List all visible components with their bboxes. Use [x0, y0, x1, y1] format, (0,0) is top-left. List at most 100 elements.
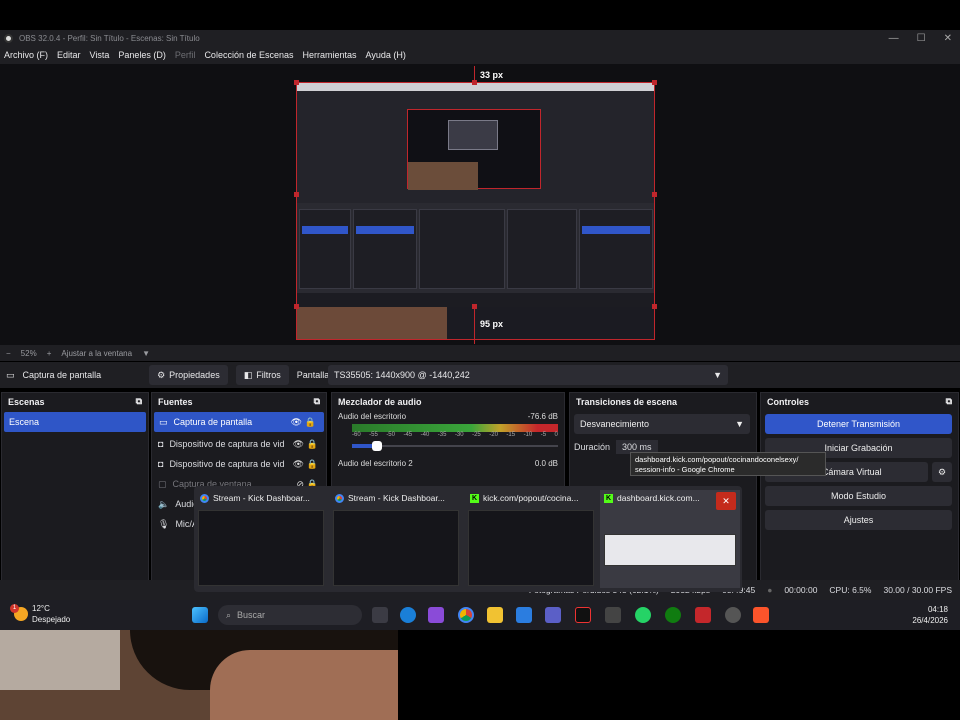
obs-taskbar-icon[interactable]	[605, 607, 621, 623]
brave-icon[interactable]	[753, 607, 769, 623]
resize-handle[interactable]	[652, 80, 657, 85]
resize-handle[interactable]	[294, 304, 299, 309]
app-icon[interactable]	[725, 607, 741, 623]
file-explorer-icon[interactable]	[487, 607, 503, 623]
controls-dock-header: Controles ⧉	[761, 393, 958, 410]
whatsapp-icon[interactable]	[635, 607, 651, 623]
meter-tick: -15	[506, 432, 516, 438]
properties-label: Propiedades	[169, 370, 220, 380]
edge-icon[interactable]	[400, 607, 416, 623]
meter-tick: -20	[489, 432, 498, 438]
scenes-list: Escena	[2, 410, 148, 577]
eye-icon[interactable]: 👁	[293, 459, 304, 470]
webcam-person-face	[210, 650, 398, 720]
zoom-dropdown-icon[interactable]: ▼	[142, 349, 150, 358]
thumbnail-hovered[interactable]: K dashboard.kick.com... ✕	[600, 490, 740, 588]
eye-icon[interactable]: 👁	[293, 439, 304, 450]
volume-slider[interactable]	[352, 441, 558, 451]
lock-icon[interactable]: 🔒	[307, 459, 318, 470]
close-window-button[interactable]: ✕	[716, 492, 736, 510]
teams-icon[interactable]	[545, 607, 561, 623]
windows-taskbar: 1 12°C Despejado ⌕ Buscar 04:18 26/4/202…	[0, 600, 960, 630]
store-icon[interactable]	[516, 607, 532, 623]
source-label: Dispositivo de captura de vid	[169, 459, 285, 469]
studio-mode-button[interactable]: Modo Estudio	[765, 486, 952, 506]
menu-file[interactable]: Archivo (F)	[4, 50, 48, 60]
chrome-taskbar-icon[interactable]	[458, 607, 474, 623]
stop-streaming-button[interactable]: Detener Transmisión	[765, 414, 952, 434]
mic-icon: 🎙	[158, 518, 170, 529]
undock-icon[interactable]: ⧉	[314, 396, 320, 407]
xbox-icon[interactable]	[665, 607, 681, 623]
volume-knob[interactable]	[371, 441, 382, 451]
scene-item[interactable]: Escena	[4, 412, 146, 432]
chevron-down-icon: ▼	[735, 419, 744, 429]
app-icon[interactable]	[695, 607, 711, 623]
undock-icon[interactable]: ⧉	[946, 396, 952, 407]
nested-inner-preview-2	[448, 120, 498, 150]
nested-dock	[299, 209, 351, 289]
undock-icon[interactable]: ⧉	[136, 396, 142, 407]
menu-scene-collection[interactable]: Colección de Escenas	[204, 50, 293, 60]
window-icon: ▢	[158, 478, 167, 489]
properties-button[interactable]: ⚙ Propiedades	[149, 365, 228, 385]
preview-area[interactable]: 33 px 95 px	[0, 64, 960, 345]
filters-button[interactable]: ◧ Filtros	[235, 365, 289, 385]
search-icon: ⌕	[226, 609, 232, 620]
menu-docks[interactable]: Paneles (D)	[118, 50, 166, 60]
thumbnail-header: Stream - Kick Dashboar...	[196, 490, 326, 506]
menu-edit[interactable]: Editar	[57, 50, 81, 60]
taskbar-search[interactable]: ⌕ Buscar	[218, 605, 362, 625]
resize-handle[interactable]	[294, 80, 299, 85]
source-item-screen-capture[interactable]: ▭ Captura de pantalla 👁 🔒	[154, 412, 324, 432]
zoom-out-button[interactable]: −	[6, 349, 11, 358]
thumbnail[interactable]: Stream - Kick Dashboar...	[196, 490, 326, 588]
sources-title: Fuentes	[158, 396, 193, 407]
minimize-button[interactable]: —	[889, 33, 899, 44]
resize-handle[interactable]	[472, 80, 477, 85]
eye-icon[interactable]: 👁	[291, 417, 302, 428]
start-button-icon[interactable]	[192, 607, 208, 623]
zoom-in-button[interactable]: +	[47, 349, 52, 358]
window-title: OBS 32.0.4 - Perfil: Sin Título - Escena…	[19, 33, 200, 43]
thumbnail[interactable]: K kick.com/popout/cocina...	[466, 490, 596, 588]
menu-help[interactable]: Ayuda (H)	[366, 50, 406, 60]
mixer-track-header: Audio del escritorio -76.6 dB	[338, 412, 558, 424]
virtual-cam-settings-icon[interactable]: ⚙	[932, 462, 952, 482]
menu-view[interactable]: Vista	[90, 50, 110, 60]
resize-handle[interactable]	[652, 192, 657, 197]
maximize-button[interactable]: ☐	[917, 33, 926, 44]
weather-widget[interactable]: 1 12°C Despejado	[10, 603, 70, 625]
preview-canvas[interactable]	[296, 82, 655, 340]
source-item-video-capture-2[interactable]: ◘ Dispositivo de captura de vid 👁 🔒	[152, 454, 326, 474]
task-view-icon[interactable]	[372, 607, 388, 623]
top-guide-label: 33 px	[480, 70, 504, 80]
sun-icon: 1	[10, 604, 28, 621]
nested-dock	[353, 209, 417, 289]
settings-button[interactable]: Ajustes	[765, 510, 952, 530]
menu-tools[interactable]: Herramientas	[303, 50, 357, 60]
taskbar-clock[interactable]: 04:18 26/4/2026	[912, 604, 948, 626]
meter-ticks: -60 -55 -50 -45 -40 -35 -30 -25 -20 -15 -10 -5 0	[352, 432, 558, 441]
lock-icon[interactable]: 🔒	[305, 417, 316, 428]
mixer-track: Audio del escritorio 2 0.0 dB	[332, 457, 564, 473]
copilot-icon[interactable]	[428, 607, 444, 623]
source-toolbar: ▭ Captura de pantalla ⚙ Propiedades ◧ Fi…	[0, 362, 960, 388]
display-label: Pantalla	[296, 370, 330, 380]
source-item-video-capture[interactable]: ◘ Dispositivo de captura de vid 👁 🔒	[152, 434, 326, 454]
menu-profile[interactable]: Perfil	[175, 50, 196, 60]
display-select[interactable]: TS35505: 1440x900 @ -1440,242 ▼	[328, 365, 728, 385]
lock-icon[interactable]: 🔒	[307, 439, 318, 450]
tiktok-icon[interactable]	[575, 607, 591, 623]
resize-handle[interactable]	[294, 192, 299, 197]
thumbnail[interactable]: Stream - Kick Dashboar...	[331, 490, 461, 588]
close-button[interactable]: ✕	[944, 33, 952, 44]
track-db: 0.0 dB	[534, 459, 558, 468]
sources-dock-header: Fuentes ⧉	[152, 393, 326, 410]
bottom-guide-line	[474, 308, 475, 344]
transition-select[interactable]: Desvanecimiento ▼	[574, 414, 750, 434]
fit-to-window-button[interactable]: Ajustar a la ventana	[61, 349, 132, 358]
camera-icon: ◘	[158, 439, 164, 449]
resize-handle[interactable]	[652, 304, 657, 309]
record-time: 00:00:00	[784, 585, 818, 595]
